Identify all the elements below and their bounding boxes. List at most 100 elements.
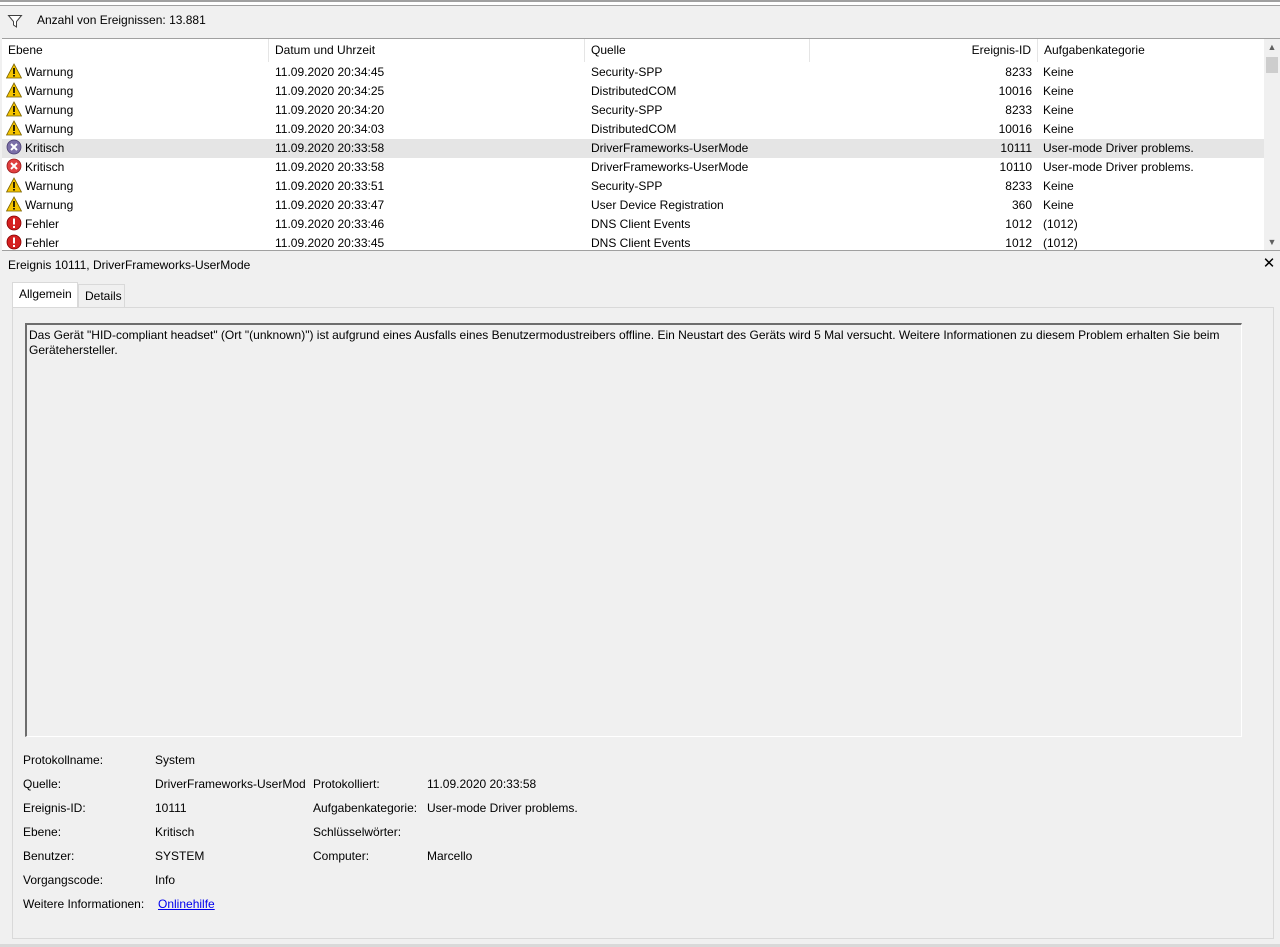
window-top-border bbox=[0, 0, 1280, 6]
more-info-label: Weitere Informationen: bbox=[23, 897, 145, 911]
event-id-cell: 1012 bbox=[1005, 217, 1032, 231]
column-header-event-id[interactable]: Ereignis-ID bbox=[810, 39, 1038, 62]
datetime-cell: 11.09.2020 20:34:20 bbox=[275, 103, 385, 117]
event-id-cell: 8233 bbox=[1005, 179, 1032, 193]
table-row[interactable]: Warnung 11.09.2020 20:33:51 Security-SPP 82… bbox=[2, 177, 1266, 196]
source-cell: Security-SPP bbox=[591, 179, 663, 193]
source-cell: DistributedCOM bbox=[591, 122, 677, 136]
task-category-cell: Keine bbox=[1043, 65, 1074, 79]
table-row[interactable]: Kritisch 11.09.2020 20:33:58 DriverFramewo… bbox=[2, 158, 1266, 177]
column-header-level[interactable]: Ebene bbox=[2, 39, 269, 62]
task-category-label: Aufgabenkategorie: bbox=[313, 801, 418, 815]
task-category-cell: User-mode Driver problems. bbox=[1043, 160, 1194, 174]
event-id-cell: 10016 bbox=[998, 84, 1032, 98]
event-id-cell: 360 bbox=[1011, 198, 1032, 212]
level-text: Kritisch bbox=[25, 141, 65, 155]
computer-label: Computer: bbox=[313, 849, 370, 863]
datetime-cell: 11.09.2020 20:33:51 bbox=[275, 179, 385, 193]
scrollbar-thumb[interactable] bbox=[1266, 57, 1278, 73]
datetime-cell: 11.09.2020 20:33:58 bbox=[275, 141, 385, 155]
table-row[interactable]: Fehler 11.09.2020 20:33:46 DNS Client Even… bbox=[2, 215, 1266, 234]
event-id-cell: 8233 bbox=[1005, 103, 1032, 117]
task-category-cell: Keine bbox=[1043, 179, 1074, 193]
task-category-cell: Keine bbox=[1043, 198, 1074, 212]
level-text: Kritisch bbox=[25, 160, 65, 174]
event-id-cell: 10110 bbox=[999, 160, 1032, 174]
table-row[interactable]: Warnung 11.09.2020 20:33:47 User Device Re… bbox=[2, 196, 1266, 215]
level-text: Warnung bbox=[25, 179, 74, 193]
level-cell: Warnung bbox=[6, 101, 266, 120]
table-row[interactable]: Warnung 11.09.2020 20:34:20 Security-SPP 82… bbox=[2, 101, 1266, 120]
log-name-value: System bbox=[155, 753, 196, 767]
level-cell: Warnung bbox=[6, 196, 266, 215]
tab-details[interactable]: Details bbox=[78, 284, 125, 307]
datetime-cell: 11.09.2020 20:34:25 bbox=[275, 84, 385, 98]
level-text: Warnung bbox=[25, 84, 74, 98]
level-text: Warnung bbox=[25, 198, 74, 212]
column-header-datetime[interactable]: Datum und Uhrzeit bbox=[269, 39, 585, 62]
column-header-source[interactable]: Quelle bbox=[585, 39, 810, 62]
datetime-cell: 11.09.2020 20:33:46 bbox=[275, 217, 385, 231]
funnel-icon[interactable] bbox=[7, 13, 23, 29]
online-help-link[interactable]: Onlinehilfe bbox=[158, 896, 215, 912]
table-row[interactable]: Kritisch 11.09.2020 20:33:58 DriverFramewo… bbox=[2, 139, 1266, 158]
source-cell: DNS Client Events bbox=[591, 236, 691, 250]
opcode-value: Info bbox=[155, 873, 176, 887]
event-list[interactable]: Ebene Datum und Uhrzeit Quelle Ereignis-… bbox=[2, 38, 1280, 251]
source-cell: DNS Client Events bbox=[591, 217, 691, 231]
level-text: Fehler bbox=[25, 236, 60, 250]
error-icon bbox=[6, 234, 22, 250]
source-cell: DriverFrameworks-UserMode bbox=[591, 160, 749, 174]
level-cell: Warnung bbox=[6, 82, 266, 101]
event-id-cell: 10016 bbox=[998, 122, 1032, 136]
log-name-label: Protokollname: bbox=[23, 753, 104, 767]
critical-icon bbox=[6, 139, 22, 155]
column-header-task-category[interactable]: Aufgabenkategorie bbox=[1038, 39, 1266, 62]
level-value: Kritisch bbox=[155, 825, 195, 839]
level-cell: Warnung bbox=[6, 120, 266, 139]
close-icon[interactable]: ✕ bbox=[1262, 256, 1276, 272]
list-vertical-scrollbar[interactable]: ▲ ▼ bbox=[1264, 39, 1280, 250]
task-category-value: User-mode Driver problems. bbox=[427, 801, 578, 815]
event-id-value: 10111 bbox=[155, 801, 187, 815]
event-id-label: Ereignis-ID: bbox=[23, 801, 86, 815]
source-cell: User Device Registration bbox=[591, 198, 724, 212]
datetime-cell: 11.09.2020 20:33:47 bbox=[275, 198, 385, 212]
warning-icon bbox=[6, 196, 23, 212]
source-cell: Security-SPP bbox=[591, 103, 663, 117]
source-cell: Security-SPP bbox=[591, 65, 663, 79]
detail-title: Ereignis 10111, DriverFrameworks-UserMod… bbox=[8, 258, 251, 272]
tab-general[interactable]: Allgemein bbox=[12, 282, 78, 307]
table-row[interactable]: Fehler 11.09.2020 20:33:45 DNS Client Even… bbox=[2, 234, 1266, 250]
level-text: Fehler bbox=[25, 217, 60, 231]
computer-value: Marcello bbox=[427, 849, 473, 863]
table-row[interactable]: Warnung 11.09.2020 20:34:45 Security-SPP 82… bbox=[2, 63, 1266, 82]
datetime-cell: 11.09.2020 20:33:45 bbox=[275, 236, 385, 250]
datetime-cell: 11.09.2020 20:33:58 bbox=[275, 160, 385, 174]
task-category-cell: (1012) bbox=[1043, 236, 1078, 250]
warning-icon bbox=[6, 63, 23, 79]
table-row[interactable]: Warnung 11.09.2020 20:34:25 DistributedCOM… bbox=[2, 82, 1266, 101]
source-value: DriverFrameworks-UserMod bbox=[155, 777, 306, 791]
level-cell: Warnung bbox=[6, 177, 266, 196]
scroll-down-arrow-icon[interactable]: ▼ bbox=[1264, 234, 1280, 250]
user-label: Benutzer: bbox=[23, 849, 75, 863]
level-text: Warnung bbox=[25, 65, 74, 79]
event-id-cell: 8233 bbox=[1005, 65, 1032, 79]
event-id-cell: 10111 bbox=[1000, 141, 1032, 155]
event-description[interactable]: Das Gerät "HID-compliant headset" (Ort "… bbox=[25, 323, 1242, 737]
level-cell: Kritisch bbox=[6, 158, 266, 177]
table-row[interactable]: Warnung 11.09.2020 20:34:03 DistributedCOM… bbox=[2, 120, 1266, 139]
filter-bar: Anzahl von Ereignissen: 13.881 bbox=[0, 7, 1280, 38]
level-cell: Fehler bbox=[6, 234, 266, 250]
task-category-cell: (1012) bbox=[1043, 217, 1078, 231]
level-cell: Kritisch bbox=[6, 139, 266, 158]
event-rows: Warnung 11.09.2020 20:34:45 Security-SPP 82… bbox=[2, 63, 1266, 250]
user-value: SYSTEM bbox=[155, 849, 205, 863]
source-label: Quelle: bbox=[23, 777, 62, 791]
level-text: Warnung bbox=[25, 122, 74, 136]
event-count-label: Anzahl von Ereignissen: 13.881 bbox=[37, 13, 206, 27]
scroll-up-arrow-icon[interactable]: ▲ bbox=[1264, 39, 1280, 55]
warning-icon bbox=[6, 120, 23, 136]
datetime-cell: 11.09.2020 20:34:03 bbox=[275, 122, 385, 136]
